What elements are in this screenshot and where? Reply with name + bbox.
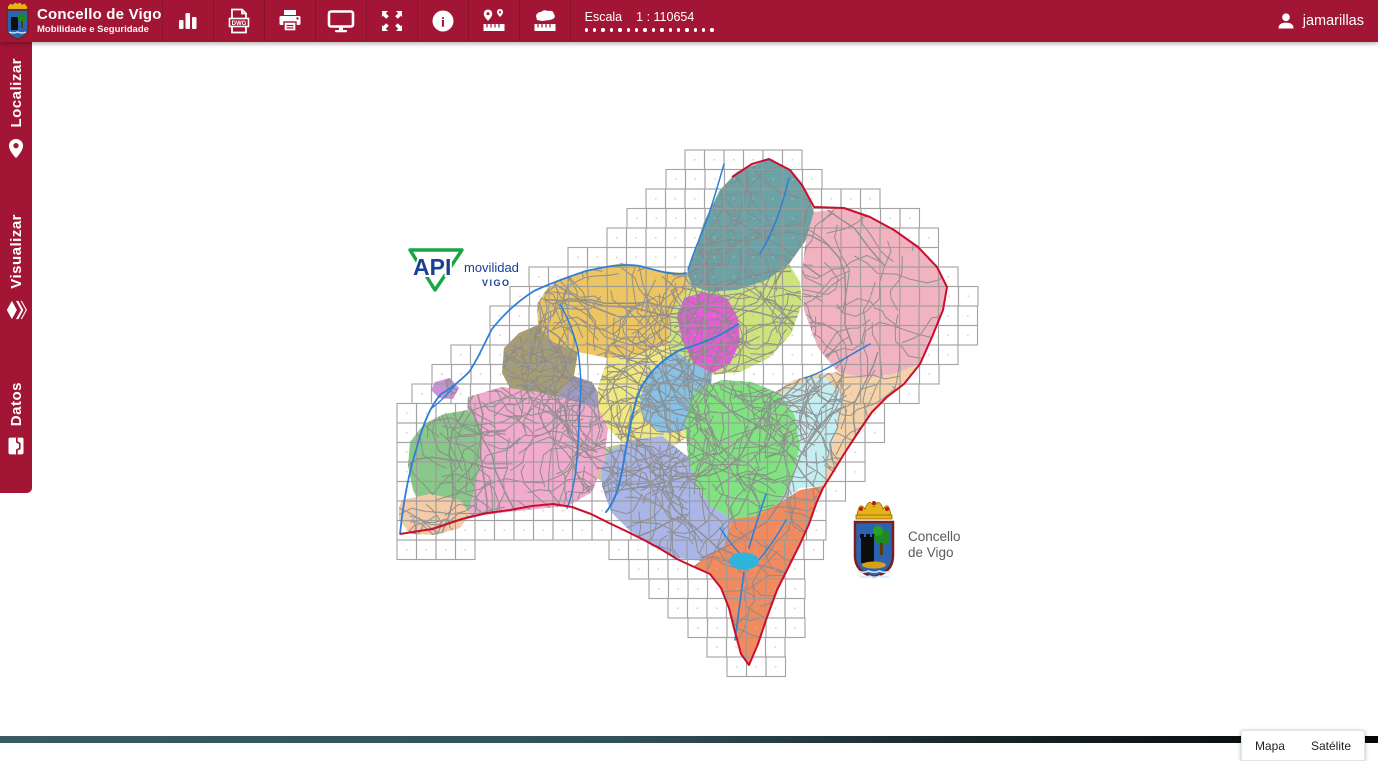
api-movilidad-logo: API movilidad VIGO (404, 242, 524, 298)
basemap-switcher: Mapa Satélite (1241, 730, 1365, 761)
vigo-coat-of-arms (848, 495, 900, 587)
sidebar-item-label: Datos (8, 382, 25, 426)
map-canvas[interactable]: API movilidad VIGO Concello de Vigo Mapa… (32, 42, 1378, 736)
measure-area-icon (532, 8, 558, 34)
export-dwg-button[interactable]: DWG (213, 0, 264, 42)
sidebar-item-visualizar[interactable]: Visualizar (0, 214, 32, 326)
satellite-type-button[interactable]: Satélite (1298, 731, 1364, 760)
sidebar-item-label: Localizar (8, 58, 25, 128)
scale-label: Escala (585, 10, 623, 24)
coat-of-arms-label: Concello de Vigo (908, 529, 961, 561)
user-icon (1276, 11, 1296, 31)
app-title: Concello de Vigo (37, 7, 162, 24)
toolbar: DWG (162, 0, 571, 42)
dwg-file-icon: DWG (227, 8, 251, 34)
measure-area-button[interactable] (519, 0, 571, 42)
print-button[interactable] (264, 0, 315, 42)
user-menu[interactable]: jamarillas (1276, 0, 1364, 42)
side-nav: Localizar Visualizar Datos (0, 42, 32, 493)
api-logo-text: API (413, 254, 451, 280)
username: jamarillas (1303, 13, 1364, 29)
info-button[interactable]: i (417, 0, 468, 42)
vigo-map (362, 117, 992, 687)
api-logo-vigo: VIGO (482, 278, 511, 288)
fullscreen-icon (380, 9, 404, 33)
monitor-icon (327, 9, 355, 33)
layers-icon (5, 299, 27, 326)
map-type-button[interactable]: Mapa (1242, 731, 1298, 760)
sidebar-item-datos[interactable]: Datos (0, 382, 32, 461)
charts-button[interactable] (162, 0, 213, 42)
info-icon: i (431, 9, 455, 33)
bar-chart-icon (176, 9, 200, 33)
bottom-edge-bar (0, 736, 1378, 743)
scale-slider[interactable] (585, 28, 714, 31)
screen-view-button[interactable] (315, 0, 366, 42)
scale-value: 1 : 110654 (636, 10, 694, 24)
vigo-logo-icon (4, 2, 31, 40)
sidebar-item-localizar[interactable]: Localizar (0, 58, 32, 165)
svg-text:i: i (441, 16, 445, 31)
sidebar-item-label: Visualizar (8, 214, 25, 289)
measure-distance-icon (481, 8, 507, 34)
fullscreen-button[interactable] (366, 0, 417, 42)
inbox-icon (6, 436, 26, 461)
map-pin-icon (6, 138, 26, 165)
top-bar: Concello de Vigo Mobilidade e Seguridade… (0, 0, 1378, 42)
api-logo-movilidad: movilidad (464, 260, 519, 275)
app-subtitle: Mobilidade e Seguridade (37, 25, 162, 35)
svg-text:DWG: DWG (231, 21, 246, 27)
scale-widget: Escala 1 : 110654 (585, 10, 714, 31)
measure-distance-button[interactable] (468, 0, 519, 42)
printer-icon (277, 9, 303, 33)
app-brand: Concello de Vigo Mobilidade e Seguridade (0, 2, 162, 40)
